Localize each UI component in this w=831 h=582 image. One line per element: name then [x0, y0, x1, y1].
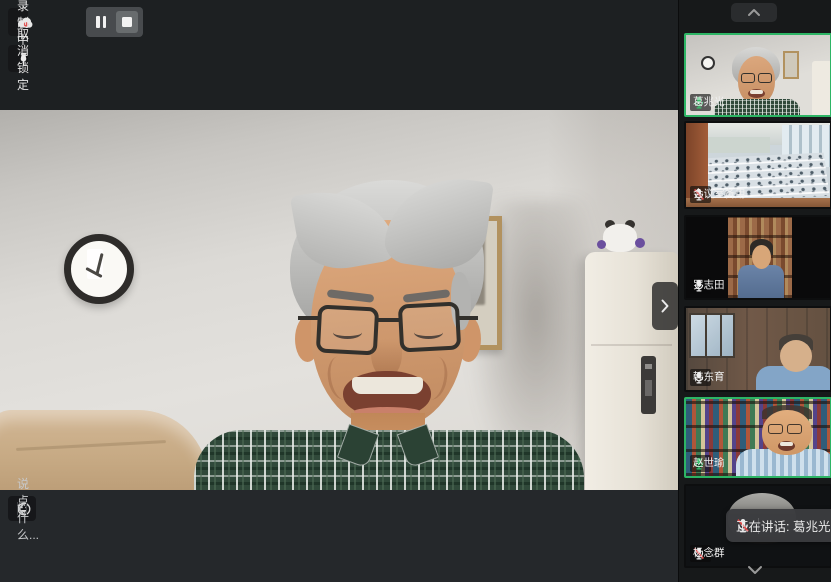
participant-nameplate: 韩东育 [690, 369, 711, 386]
participant-nameplate: 葛兆光 [690, 94, 711, 111]
recording-controls [86, 7, 143, 37]
participant-name: 罗志田 [693, 279, 725, 291]
participant-tile[interactable]: 韩东育 [684, 306, 831, 392]
unpin-video-button[interactable]: 取消锁定 [8, 45, 28, 72]
participant-tile[interactable]: 罗志田 [684, 215, 831, 300]
participant-name: 赵世瑜 [693, 457, 725, 469]
scroll-up-button[interactable] [731, 3, 777, 22]
speaking-indicator-toast: 正在讲话: 葛兆光 [726, 509, 831, 542]
speaker-glasses-bridge [375, 318, 402, 322]
pause-recording-button[interactable] [91, 11, 111, 33]
participant-tile[interactable]: 赵世瑜 [684, 397, 831, 478]
participant-nameplate: 会议室备用 [690, 186, 711, 203]
unpin-label: 取消锁定 [17, 25, 29, 93]
participants-sidebar: 葛兆光 会议室备用 [678, 0, 831, 582]
main-stage: 录制中 取消锁定 说点什么... [0, 0, 678, 582]
speaker-glasses-arm [298, 316, 319, 320]
participant-name: 会议室备用 [693, 188, 746, 200]
participant-nameplate: 杨念群 [690, 545, 711, 562]
chevron-down-icon [747, 565, 763, 575]
sidebar-collapse-handle[interactable] [652, 282, 678, 330]
participant-tile[interactable]: 葛兆光 [684, 33, 831, 117]
pinned-speaker-video[interactable] [0, 110, 678, 490]
bottom-bar [0, 490, 678, 582]
participant-nameplate: 赵世瑜 [690, 455, 711, 472]
divider [26, 502, 27, 515]
chevron-up-icon [747, 8, 761, 17]
chevron-right-icon [660, 298, 670, 314]
speaker-plaid-shirt [194, 430, 584, 490]
speaking-toast-text: 正在讲话: 葛兆光 [736, 516, 830, 535]
participant-name: 韩东育 [693, 371, 725, 383]
speaker-teeth [352, 377, 423, 394]
speaker-glasses [398, 301, 461, 352]
participant-nameplate: 罗志田 [690, 277, 711, 294]
speaker-glasses [316, 304, 379, 355]
chevron-left-icon[interactable] [17, 503, 25, 515]
speaker-glasses-arm [457, 316, 478, 320]
meeting-window: 录制中 取消锁定 说点什么... [0, 0, 831, 582]
participant-tile[interactable]: 会议室备用 [684, 121, 831, 209]
participant-name: 杨念群 [693, 547, 725, 559]
toy-figure [597, 220, 645, 254]
wall-clock [64, 234, 134, 304]
participant-name: 葛兆光 [693, 96, 725, 108]
chat-quick-bar: 说点什么... [8, 496, 36, 521]
scroll-down-button[interactable] [737, 561, 773, 579]
stop-recording-button[interactable] [116, 11, 138, 33]
